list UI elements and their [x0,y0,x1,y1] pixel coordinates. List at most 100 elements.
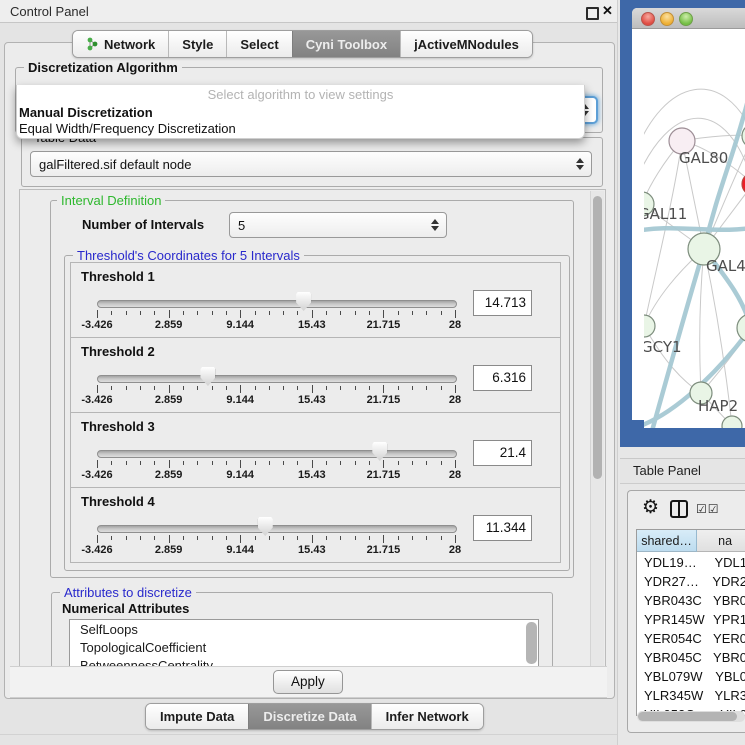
attribute-item[interactable]: SelfLoops [70,620,538,638]
tab-cyni-toolbox[interactable]: Cyni Toolbox [292,31,400,57]
tick-mark [441,386,442,390]
tick-label: 21.715 [367,469,401,481]
tick-mark [154,386,155,390]
number-of-intervals-select[interactable]: 5 [229,212,447,238]
tick-mark [212,461,213,465]
threshold-value-field[interactable]: 11.344 [473,515,532,541]
gear-icon[interactable]: ⚙ [642,497,659,519]
node-label: GAL11 [644,205,687,223]
tick-mark [269,536,270,540]
cell-name: YDL1 [708,553,745,572]
threshold-value-field[interactable]: 6.316 [473,365,532,391]
table-row[interactable]: YDL19…YDL1 [637,553,745,572]
tick-mark [240,460,241,468]
tab-discretize-data[interactable]: Discretize Data [248,704,370,729]
slider-track[interactable] [97,450,457,458]
cell-shared-name: YLR345W [637,686,708,705]
close-traffic-light-icon[interactable] [641,12,655,26]
slider-thumb[interactable] [296,292,311,311]
dropdown-option[interactable]: Manual Discretization [19,105,579,121]
tick-label: 2.859 [155,319,183,331]
tick-mark [269,386,270,390]
tick-mark [455,310,456,318]
column-header-name[interactable]: na [697,530,745,552]
tick-label: 9.144 [226,394,254,406]
tab-network[interactable]: Network [73,31,168,57]
numerical-attributes-list[interactable]: SelfLoopsTopologicalCoefficientBetweenne… [69,619,539,670]
tick-mark [212,311,213,315]
table-row[interactable]: YBR045CYBR0 [637,648,745,667]
node-label: GAL4 [706,257,745,275]
table-row[interactable]: YBR043CYBR0 [637,591,745,610]
tick-mark [297,311,298,315]
threshold-value-field[interactable]: 14.713 [473,290,532,316]
tick-mark [111,311,112,315]
slider-thumb[interactable] [200,367,215,386]
attribute-item[interactable]: TopologicalCoefficient [70,638,538,656]
scrollbar-thumb[interactable] [638,712,737,721]
tick-mark [169,310,170,318]
cell-name: YDR2 [706,572,745,591]
tick-mark [126,386,127,390]
tick-mark [297,386,298,390]
tick-label: 2.859 [155,544,183,556]
dropdown-option[interactable]: Equal Width/Frequency Discretization [19,121,579,137]
slider-thumb[interactable] [258,517,273,536]
network-window-titlebar[interactable] [632,8,745,29]
node [722,416,742,428]
close-icon[interactable]: ✕ [602,3,613,19]
slider-track[interactable] [97,300,457,308]
tick-label: -3.426 [81,394,112,406]
table-row[interactable]: YPR145WYPR1 [637,610,745,629]
tick-mark [126,536,127,540]
tab-jactivemnodules[interactable]: jActiveMNodules [400,31,532,57]
tick-mark [111,461,112,465]
float-window-icon[interactable] [586,7,599,20]
zoom-traffic-light-icon[interactable] [679,12,693,26]
list-scrollbar-thumb[interactable] [526,622,537,664]
tick-mark [154,311,155,315]
checkbox-icons[interactable]: ☑☑ [696,502,720,516]
table-row[interactable]: YER054CYER0 [637,629,745,648]
apply-button[interactable]: Apply [273,670,343,694]
tick-label: 21.715 [367,319,401,331]
tick-mark [183,386,184,390]
cell-shared-name: YBR045C [637,648,707,667]
slider-thumb[interactable] [372,442,387,461]
numerical-attributes-label: Numerical Attributes [62,601,189,616]
threshold-value-field[interactable]: 21.4 [473,440,532,466]
settings-scrollbar[interactable] [590,191,604,667]
table-row[interactable]: YBL079WYBL0 [637,667,745,686]
combo-arrows-icon [431,219,439,231]
tick-mark [297,536,298,540]
control-panel-titlebar: Control Panel ✕ [0,0,617,23]
tick-mark [426,536,427,540]
apply-row: Apply [10,666,607,698]
node-label: GCY1 [644,338,682,356]
slider-track[interactable] [97,375,457,383]
tab-select[interactable]: Select [226,31,291,57]
columns-icon[interactable] [670,500,688,518]
table-row[interactable]: YLR345WYLR3 [637,686,745,705]
table-header-row: shared… na [637,530,745,553]
scrollbar-thumb[interactable] [593,196,602,479]
tick-mark [226,386,227,390]
tick-label: 9.144 [226,469,254,481]
tab-impute-data[interactable]: Impute Data [146,704,248,729]
cell-shared-name: YDL19… [637,553,708,572]
minimize-traffic-light-icon[interactable] [660,12,674,26]
slider-track[interactable] [97,525,457,533]
tick-mark [426,311,427,315]
table-row[interactable]: YDR27…YDR2 [637,572,745,591]
network-canvas[interactable]: GAL80 GA C GAL11 GAL4 GCY1 H HAP2 [644,36,745,428]
table-hscrollbar[interactable] [637,711,745,722]
table-data-select[interactable]: galFiltered.sif default node [30,151,592,177]
tick-mark [97,535,98,543]
tab-style[interactable]: Style [168,31,226,57]
tick-mark [97,460,98,468]
tick-label: -3.426 [81,469,112,481]
tick-mark [441,311,442,315]
tab-label: Impute Data [160,709,234,724]
column-header-shared-name[interactable]: shared… [637,530,697,552]
tab-infer-network[interactable]: Infer Network [371,704,483,729]
